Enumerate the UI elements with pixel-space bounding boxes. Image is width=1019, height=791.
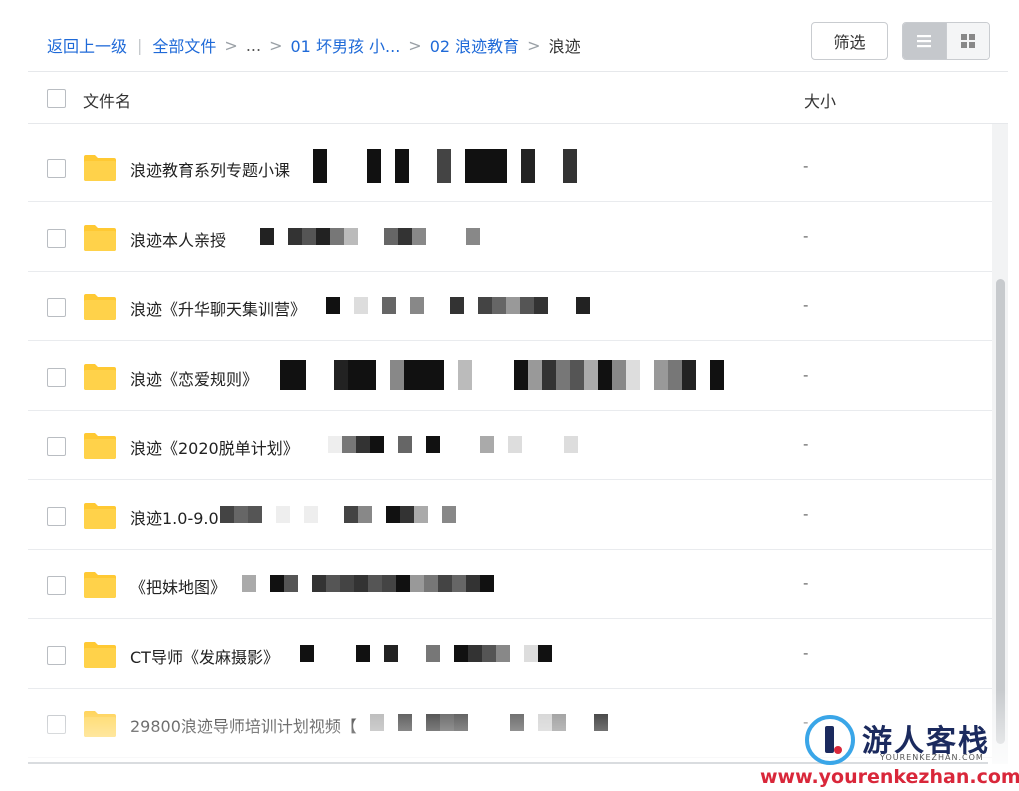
folder-icon (84, 364, 116, 390)
file-row[interactable]: CT导师《发麻摄影》 - (28, 620, 992, 689)
folder-icon (84, 572, 116, 598)
file-name[interactable]: 浪迹《恋爱规则》 (130, 366, 258, 390)
file-row[interactable]: 浪迹《升华聊天集训营》 - (28, 272, 992, 341)
file-size: - (803, 574, 809, 592)
scrollbar[interactable] (992, 124, 1008, 764)
folder-icon (84, 503, 116, 529)
breadcrumb-level1[interactable]: 01 坏男孩 小... (291, 33, 401, 57)
file-name[interactable]: 浪迹《升华聊天集训营》 (130, 296, 306, 320)
scrollbar-thumb[interactable] (996, 279, 1005, 744)
grid-view-button[interactable] (945, 23, 989, 59)
file-size: - (803, 157, 809, 175)
redacted-text (280, 357, 724, 393)
file-size: - (803, 505, 809, 523)
toolbar: 返回上一级 | 全部文件 > ... > 01 坏男孩 小... > 02 浪迹… (0, 0, 1019, 72)
file-name[interactable]: 浪迹1.0-9.0 (130, 505, 219, 529)
view-toggle (902, 22, 990, 60)
chevron-right-icon: > (408, 35, 422, 55)
file-row[interactable]: 浪迹《2020脱单计划》 - (28, 411, 992, 480)
folder-icon (84, 294, 116, 320)
breadcrumb-level2[interactable]: 02 浪迹教育 (430, 33, 519, 57)
file-list: 浪迹教育系列专题小课 - 浪迹本人亲授 - 浪迹《升华聊天集训营》 - 浪迹《恋… (28, 133, 992, 763)
file-name[interactable]: 浪迹教育系列专题小课 (130, 157, 290, 181)
select-all-checkbox[interactable] (47, 89, 66, 108)
breadcrumb: 返回上一级 | 全部文件 > ... > 01 坏男孩 小... > 02 浪迹… (47, 33, 581, 57)
breadcrumb-current: 浪迹 (548, 37, 581, 56)
redacted-text (220, 496, 456, 532)
folder-icon (84, 642, 116, 668)
column-name-header[interactable]: 文件名 (83, 88, 131, 112)
column-size-header[interactable]: 大小 (804, 88, 836, 112)
row-checkbox[interactable] (47, 368, 66, 387)
file-row[interactable]: 浪迹1.0-9.0 - (28, 481, 992, 550)
file-row[interactable]: 浪迹本人亲授 - (28, 203, 992, 272)
row-checkbox[interactable] (47, 507, 66, 526)
breadcrumb-divider: | (137, 35, 143, 55)
redacted-text (313, 148, 577, 184)
file-name[interactable]: 29800浪迹导师培训计划视频【 (130, 713, 357, 737)
filter-button[interactable]: 筛选 (811, 22, 888, 60)
file-size: - (803, 227, 809, 245)
redacted-text (300, 635, 552, 671)
file-name[interactable]: 浪迹《2020脱单计划》 (130, 435, 299, 459)
watermark-logo-icon (805, 715, 855, 765)
chevron-right-icon: > (224, 35, 238, 55)
folder-icon (84, 225, 116, 251)
file-row[interactable]: 浪迹《恋爱规则》 - (28, 342, 992, 411)
folder-icon (84, 155, 116, 181)
watermark-subtitle: YOURENKEZHAN.COM (880, 753, 984, 762)
file-row[interactable]: 浪迹教育系列专题小课 - (28, 133, 992, 202)
file-row[interactable]: 《把妹地图》 - (28, 550, 992, 619)
redacted-text (242, 565, 494, 601)
row-checkbox[interactable] (47, 715, 66, 734)
breadcrumb-all-files[interactable]: 全部文件 (152, 33, 216, 57)
row-checkbox[interactable] (47, 229, 66, 248)
list-icon (917, 35, 932, 48)
file-name[interactable]: 浪迹本人亲授 (130, 227, 226, 251)
redacted-text (370, 704, 608, 740)
folder-icon (84, 433, 116, 459)
row-checkbox[interactable] (47, 159, 66, 178)
folder-icon (84, 711, 116, 737)
divider (28, 123, 1008, 124)
file-size: - (803, 435, 809, 453)
row-checkbox[interactable] (47, 646, 66, 665)
file-size: - (803, 296, 809, 314)
grid-icon (960, 34, 975, 48)
file-size: - (803, 366, 809, 384)
file-name[interactable]: CT导师《发麻摄影》 (130, 644, 279, 668)
file-size: - (803, 644, 809, 662)
redacted-text (328, 426, 578, 462)
list-view-button[interactable] (903, 23, 946, 59)
watermark-url: www.yourenkezhan.com (760, 766, 1019, 788)
breadcrumb-ellipsis[interactable]: ... (246, 36, 261, 55)
back-link[interactable]: 返回上一级 (47, 33, 127, 57)
row-checkbox[interactable] (47, 576, 66, 595)
column-header: 文件名 大小 (28, 72, 1008, 124)
chevron-right-icon: > (527, 35, 541, 55)
chevron-right-icon: > (269, 35, 283, 55)
row-checkbox[interactable] (47, 298, 66, 317)
file-name[interactable]: 《把妹地图》 (130, 574, 226, 598)
redacted-text (326, 287, 590, 323)
redacted-text (260, 218, 480, 254)
row-checkbox[interactable] (47, 437, 66, 456)
